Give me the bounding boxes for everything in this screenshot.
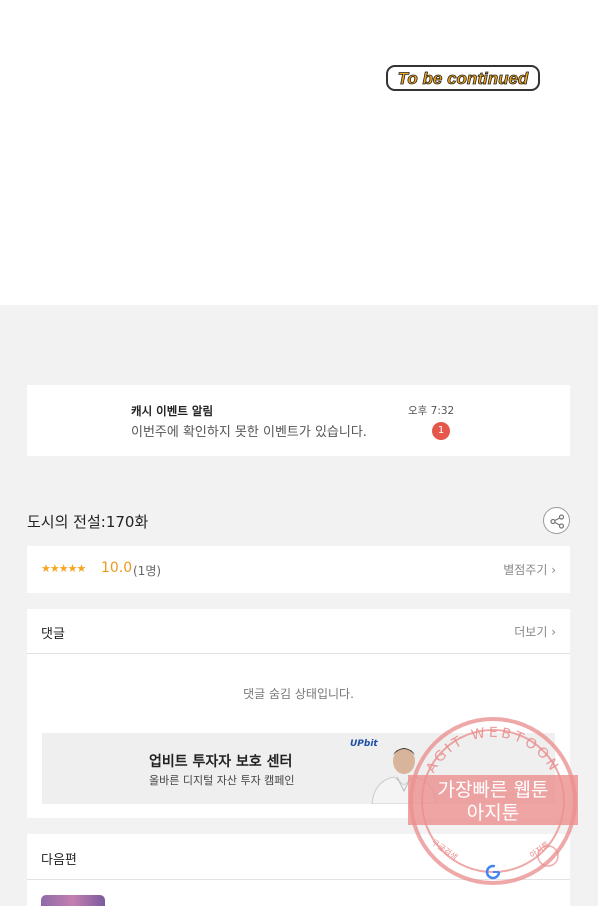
notification-time: 오후 7:32 [408, 405, 455, 417]
next-episode-heading: 다음편 [41, 853, 77, 868]
svg-text:아지툰: 아지툰 [527, 839, 551, 860]
rating-voter-count: (1명) [133, 564, 162, 578]
svg-text:AGIT WEBTOON: AGIT WEBTOON [423, 725, 562, 776]
svg-text:To be continued: To be continued [398, 69, 529, 88]
rating-bar: ★★★★★ 10.0 (1명) 별점주기 › [27, 546, 570, 593]
agit-webtoon-watermark: AGIT WEBTOON 가장빠른 웹툰 아지툰 구글검색 아지툰 [408, 717, 578, 885]
notification-message: 이번주에 확인하지 못한 이벤트가 있습니다. [131, 425, 367, 440]
comments-more-button[interactable]: 더보기 › [514, 623, 556, 640]
ad-title: 업비트 투자자 보호 센터 [149, 754, 293, 770]
share-button[interactable] [543, 507, 570, 534]
svg-text:가장빠른 웹툰: 가장빠른 웹툰 [438, 779, 549, 801]
rate-button[interactable]: 별점주기 › [503, 561, 556, 578]
episode-title: 도시의 전설:170화 [27, 513, 149, 531]
rating-score: 10.0 [101, 560, 133, 576]
star-rating-icon: ★★★★★ [41, 562, 86, 575]
ad-subtitle: 올바른 디지털 자산 투자 캠페인 [149, 774, 295, 787]
comic-panel-end: To be continued [0, 0, 598, 305]
notification-title: 캐시 이벤트 알림 [131, 404, 214, 418]
comments-heading: 댓글 [41, 627, 65, 642]
share-icon [550, 514, 565, 529]
cash-event-notification[interactable]: 캐시 이벤트 알림 이번주에 확인하지 못한 이벤트가 있습니다. 오후 7:3… [27, 385, 570, 456]
comments-header: 댓글 더보기 › [27, 609, 570, 654]
svg-text:아지툰: 아지툰 [467, 802, 519, 824]
comments-hidden-message: 댓글 숨김 상태입니다. [243, 687, 354, 701]
next-episode-thumbnail[interactable] [41, 895, 105, 906]
notification-count-badge: 1 [432, 422, 450, 440]
to-be-continued-logo: To be continued [386, 65, 540, 91]
